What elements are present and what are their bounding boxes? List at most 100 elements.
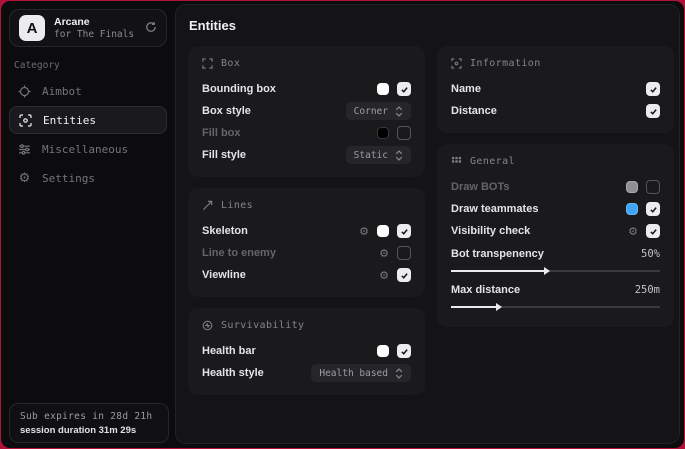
diagonal-line-icon [202,200,213,211]
crosshair-icon [18,85,31,98]
sidebar-item-aimbot[interactable]: Aimbot [9,77,167,105]
row-health-style: Health style Health based [202,362,411,384]
sidebar-item-entities[interactable]: Entities [9,106,167,134]
gear-icon[interactable]: ⚙ [628,226,638,237]
row-label: Bot transpenency [451,248,544,260]
row-viewline: Viewline ⚙ [202,264,411,286]
unfold-icon [395,106,403,117]
main-content: Entities Box Bounding box [175,4,680,444]
checkbox[interactable] [646,82,660,96]
color-swatch[interactable] [626,203,638,215]
row-bounding-box: Bounding box [202,78,411,100]
row-line-to-enemy: Line to enemy ⚙ [202,242,411,264]
row-fill-style: Fill style Static [202,144,411,166]
slider-thumb[interactable] [496,303,502,311]
session-duration-text: session duration 31m 29s [20,425,158,436]
panel-title: General [470,156,515,167]
page-title: Entities [189,18,667,33]
row-label: Health bar [202,345,256,357]
color-swatch[interactable] [377,225,389,237]
category-label: Category [14,60,167,71]
color-swatch[interactable] [626,181,638,193]
gear-icon[interactable]: ⚙ [379,248,389,259]
app-logo: A [19,15,45,41]
logo-card: A Arcane for The Finals [9,9,167,47]
row-distance: Distance [451,100,660,122]
scan-icon [19,114,32,127]
row-skeleton: Skeleton ⚙ [202,220,411,242]
row-fill-box: Fill box [202,122,411,144]
color-swatch[interactable] [377,83,389,95]
row-label: Draw BOTs [451,181,509,193]
checkbox[interactable] [646,224,660,238]
panel-general: General Draw BOTs Draw teammates [437,144,674,327]
checkbox[interactable] [397,344,411,358]
color-swatch[interactable] [377,345,389,357]
sidebar-item-label: Settings [42,172,95,185]
checkbox[interactable] [646,104,660,118]
app-title: Arcane [54,16,136,29]
pulse-icon [202,320,213,331]
row-name: Name [451,78,660,100]
gear-icon: ⚙ [18,172,31,185]
row-bot-transparency: Bot transpenency 50% [451,244,660,264]
row-label: Fill box [202,127,241,139]
fill-style-dropdown[interactable]: Static [346,146,411,164]
slider-fill [451,270,545,272]
row-health-bar: Health bar [202,340,411,362]
panel-information: Information Name Distance [437,46,674,133]
row-label: Skeleton [202,225,248,237]
slider-value: 50% [641,248,660,260]
sidebar-item-label: Entities [43,114,96,127]
checkbox[interactable] [397,268,411,282]
checkbox[interactable] [646,202,660,216]
gear-icon[interactable]: ⚙ [379,270,389,281]
box-style-dropdown[interactable]: Corner [346,102,411,120]
panel-title: Survivability [221,320,304,331]
bot-transparency-slider[interactable] [451,270,660,272]
panel-title: Box [221,58,240,69]
subscription-card: Sub expires in 28d 21h session duration … [9,403,169,443]
panel-title: Lines [221,200,253,211]
checkbox[interactable] [397,126,411,140]
row-label: Box style [202,105,251,117]
row-box-style: Box style Corner [202,100,411,122]
panel-box: Box Bounding box Box style Corner [188,46,425,177]
row-label: Max distance [451,284,520,296]
unfold-icon [395,150,403,161]
sliders-icon [18,143,31,156]
slider-thumb[interactable] [544,267,550,275]
row-label: Distance [451,105,497,117]
dropdown-value: Static [354,150,388,161]
panel-survivability: Survivability Health bar Health style He… [188,308,425,395]
sub-expiry-text: Sub expires in 28d 21h [20,411,158,422]
gear-icon[interactable]: ⚙ [359,226,369,237]
row-label: Visibility check [451,225,530,237]
grid-icon [451,156,462,167]
sidebar-item-label: Aimbot [42,85,82,98]
row-max-distance: Max distance 250m [451,280,660,300]
window-frame: A Arcane for The Finals Category Aimbot [0,0,685,449]
checkbox[interactable] [397,224,411,238]
sidebar-item-settings[interactable]: ⚙ Settings [9,164,167,192]
app-window: A Arcane for The Finals Category Aimbot [1,1,684,448]
row-draw-bots: Draw BOTs [451,176,660,198]
color-swatch[interactable] [377,127,389,139]
scan-info-icon [451,58,462,69]
checkbox[interactable] [397,82,411,96]
max-distance-slider[interactable] [451,306,660,308]
row-label: Viewline [202,269,246,281]
box-corners-icon [202,58,213,69]
sidebar-item-miscellaneous[interactable]: Miscellaneous [9,135,167,163]
row-label: Fill style [202,149,246,161]
checkbox[interactable] [646,180,660,194]
app-subtitle: for The Finals [54,29,136,41]
health-style-dropdown[interactable]: Health based [311,364,411,382]
panel-title: Information [470,58,541,69]
row-label: Health style [202,367,264,379]
refresh-icon[interactable] [145,21,157,36]
row-draw-teammates: Draw teammates [451,198,660,220]
checkbox[interactable] [397,246,411,260]
sidebar: A Arcane for The Finals Category Aimbot [1,1,175,448]
row-label: Line to enemy [202,247,276,259]
